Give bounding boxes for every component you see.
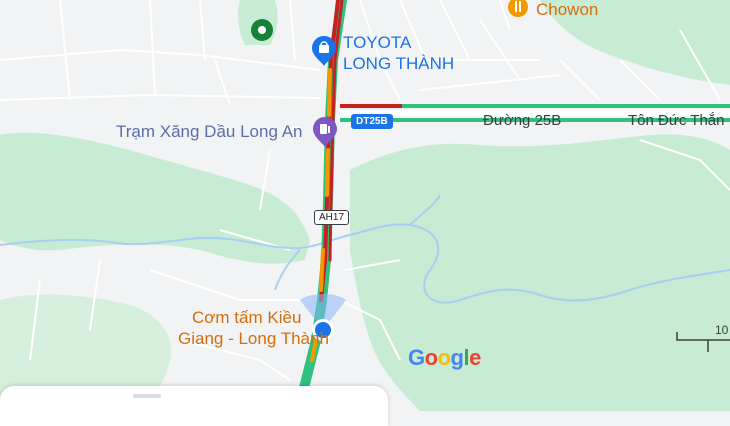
- route-shield-dt25b: DT25B: [351, 114, 393, 129]
- google-logo-letter: o: [424, 345, 438, 370]
- poi-label-toyota-line1[interactable]: TOYOTA: [343, 32, 411, 53]
- road-label-ton-duc-thang: Tôn Đức Thắn: [628, 112, 725, 129]
- poi-label-gas-station[interactable]: Trạm Xăng Dầu Long An: [116, 122, 303, 142]
- google-logo: Google: [408, 345, 481, 371]
- poi-label-chowon[interactable]: Chowon: [536, 0, 598, 20]
- google-logo-letter: g: [450, 345, 464, 370]
- green-area: [350, 134, 730, 411]
- route-shield-ah17: AH17: [314, 210, 350, 225]
- google-logo-letter: e: [469, 345, 481, 370]
- poi-label-restaurant-line1[interactable]: Cơm tấm Kiều: [192, 308, 301, 328]
- poi-label-restaurant-line2[interactable]: Giang - Long Thành: [178, 329, 329, 349]
- poi-label-toyota-line2[interactable]: LONG THÀNH: [343, 53, 454, 74]
- scale-bar-label: 10: [715, 323, 729, 337]
- road-label-duong-25b: Đường 25B: [483, 112, 562, 129]
- place-icon[interactable]: [251, 19, 273, 41]
- drag-handle[interactable]: [133, 394, 161, 398]
- google-logo-letter: G: [408, 345, 425, 370]
- google-logo-letter: o: [437, 345, 451, 370]
- bottom-sheet[interactable]: [0, 386, 388, 426]
